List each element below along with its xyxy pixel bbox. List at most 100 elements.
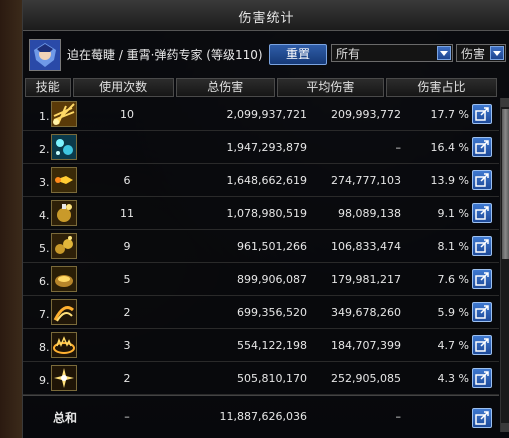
column-header-average-damage[interactable]: 平均伤害 bbox=[276, 78, 384, 97]
total-damage: 1,078,980,519 bbox=[226, 207, 307, 220]
summary-label: 总和 bbox=[53, 411, 78, 425]
skill-filter-select[interactable]: 所有 bbox=[331, 44, 453, 62]
metric-value: 伤害 bbox=[461, 47, 486, 61]
table-row: 4. 11 1,078,980,519 98,089,138 9.1 % bbox=[23, 197, 499, 230]
fire-bullet-skill-icon bbox=[51, 167, 77, 193]
average-damage: 179,981,217 bbox=[331, 273, 401, 286]
chevron-down-icon[interactable] bbox=[490, 46, 504, 60]
row-index: 4. bbox=[39, 209, 50, 222]
avatar-portrait-icon bbox=[30, 40, 60, 70]
average-damage: 184,707,399 bbox=[331, 339, 401, 352]
table-row: 5. 9 961,501,266 106,833,474 8.1 % bbox=[23, 230, 499, 263]
summary-uses: – bbox=[124, 410, 130, 423]
table-row: 1. 10 2,099,937,721 209,993,772 17.7 % bbox=[23, 98, 499, 131]
scroll-down-arrow[interactable] bbox=[501, 423, 509, 432]
damage-share: 7.6 % bbox=[437, 273, 469, 286]
vertical-scrollbar[interactable] bbox=[500, 98, 509, 432]
uses-count: 11 bbox=[120, 207, 134, 220]
share-icon[interactable] bbox=[472, 137, 492, 157]
damage-stats-panel: 伤害统计 迫在莓睫 / 重霄·弹药专家 (等级110) 重置 所有 伤害 技能 … bbox=[22, 0, 509, 438]
average-damage: 274,777,103 bbox=[331, 174, 401, 187]
table-row: 6. 5 899,906,087 179,981,217 7.6 % bbox=[23, 263, 499, 296]
share-icon[interactable] bbox=[472, 368, 492, 388]
metric-select[interactable]: 伤害 bbox=[456, 44, 506, 62]
average-damage: 106,833,474 bbox=[331, 240, 401, 253]
summary-total-damage: 11,887,626,036 bbox=[219, 410, 307, 423]
table-header: 技能 使用次数 总伤害 平均伤害 伤害占比 bbox=[25, 78, 499, 97]
window-title: 伤害统计 bbox=[238, 11, 295, 26]
scroll-up-arrow[interactable] bbox=[501, 98, 509, 107]
skill-filter-value: 所有 bbox=[336, 47, 361, 61]
damage-share: 17.7 % bbox=[430, 108, 469, 121]
golden-burst-skill-icon bbox=[51, 101, 77, 127]
share-icon[interactable] bbox=[472, 269, 492, 289]
average-damage: – bbox=[395, 141, 402, 154]
average-damage: 98,089,138 bbox=[338, 207, 401, 220]
total-damage: 1,648,662,619 bbox=[226, 174, 307, 187]
row-index: 6. bbox=[39, 275, 50, 288]
uses-count: 6 bbox=[123, 174, 131, 187]
average-damage: 252,905,085 bbox=[331, 372, 401, 385]
total-damage: 1,947,293,879 bbox=[226, 141, 307, 154]
summary-average-damage: – bbox=[395, 410, 402, 423]
summary-row: 总和 – 11,887,626,036 – bbox=[23, 395, 499, 432]
column-header-skill[interactable]: 技能 bbox=[25, 78, 71, 97]
column-header-damage-share[interactable]: 伤害占比 bbox=[385, 78, 497, 97]
share-icon[interactable] bbox=[472, 302, 492, 322]
share-icon[interactable] bbox=[472, 335, 492, 355]
flame-slash-skill-icon bbox=[51, 299, 77, 325]
share-icon[interactable] bbox=[472, 203, 492, 223]
row-index: 9. bbox=[39, 374, 50, 387]
ice-shard-skill-icon bbox=[51, 134, 77, 160]
table-row: 7. 2 699,356,520 349,678,260 5.9 % bbox=[23, 296, 499, 329]
share-icon[interactable] bbox=[472, 104, 492, 124]
uses-count: 3 bbox=[123, 339, 131, 352]
character-avatar bbox=[29, 39, 61, 71]
share-icon[interactable] bbox=[472, 408, 492, 428]
damage-share: 16.4 % bbox=[430, 141, 469, 154]
column-header-total-damage[interactable]: 总伤害 bbox=[175, 78, 275, 97]
damage-share: 4.7 % bbox=[437, 339, 469, 352]
total-damage: 2,099,937,721 bbox=[226, 108, 307, 121]
background-left-strip bbox=[0, 0, 22, 438]
uses-count: 2 bbox=[123, 306, 131, 319]
damage-share: 5.9 % bbox=[437, 306, 469, 319]
row-index: 8. bbox=[39, 341, 50, 354]
row-index: 5. bbox=[39, 242, 50, 255]
landmine-skill-icon bbox=[51, 266, 77, 292]
total-damage: 554,122,198 bbox=[237, 339, 307, 352]
damage-share: 8.1 % bbox=[437, 240, 469, 253]
total-damage: 961,501,266 bbox=[237, 240, 307, 253]
uses-count: 5 bbox=[123, 273, 131, 286]
average-damage: 349,678,260 bbox=[331, 306, 401, 319]
table-row: 3. 6 1,648,662,619 274,777,103 13.9 % bbox=[23, 164, 499, 197]
cluster-grenade-skill-icon bbox=[51, 233, 77, 259]
damage-share: 13.9 % bbox=[430, 174, 469, 187]
damage-share: 4.3 % bbox=[437, 372, 469, 385]
title-bar[interactable]: 伤害统计 bbox=[23, 0, 509, 31]
table-row: 9. 2 505,810,170 252,905,085 4.3 % bbox=[23, 362, 499, 395]
uses-count: 9 bbox=[123, 240, 131, 253]
reset-button[interactable]: 重置 bbox=[269, 44, 327, 65]
table-row: 8. 3 554,122,198 184,707,399 4.7 % bbox=[23, 329, 499, 362]
uses-count: 2 bbox=[123, 372, 131, 385]
star-blast-skill-icon bbox=[51, 365, 77, 391]
table-row: 2. 1,947,293,879 – 16.4 % bbox=[23, 131, 499, 164]
average-damage: 209,993,772 bbox=[331, 108, 401, 121]
ground-fire-skill-icon bbox=[51, 332, 77, 358]
column-header-uses[interactable]: 使用次数 bbox=[72, 78, 174, 97]
row-index: 7. bbox=[39, 308, 50, 321]
row-index: 3. bbox=[39, 176, 50, 189]
skill-table-body: 1. 10 2,099,937,721 209,993,772 17.7 % 2… bbox=[23, 98, 509, 395]
total-damage: 699,356,520 bbox=[237, 306, 307, 319]
total-damage: 899,906,087 bbox=[237, 273, 307, 286]
total-damage: 505,810,170 bbox=[237, 372, 307, 385]
share-icon[interactable] bbox=[472, 236, 492, 256]
scroll-thumb[interactable] bbox=[502, 109, 509, 259]
uses-count: 10 bbox=[120, 108, 134, 121]
grenade-skill-icon bbox=[51, 200, 77, 226]
share-icon[interactable] bbox=[472, 170, 492, 190]
row-index: 1. bbox=[39, 110, 50, 123]
damage-share: 9.1 % bbox=[437, 207, 469, 220]
chevron-down-icon[interactable] bbox=[437, 46, 451, 60]
